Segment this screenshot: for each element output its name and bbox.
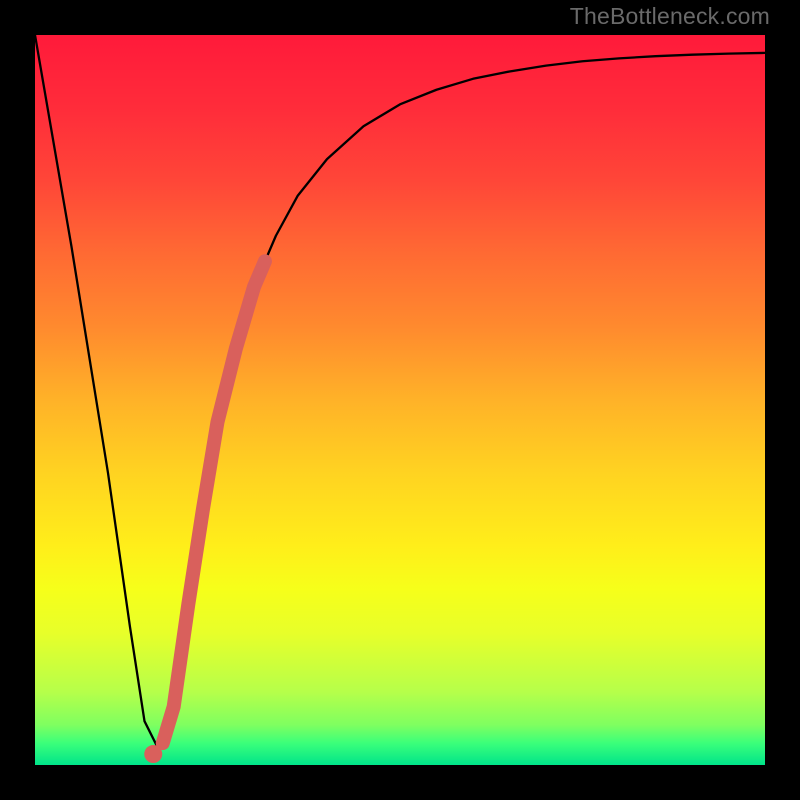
chart-svg (35, 35, 765, 765)
gradient-background (35, 35, 765, 765)
chart-frame: TheBottleneck.com (0, 0, 800, 800)
plot-area (35, 35, 765, 765)
optimum-dot (144, 745, 162, 763)
watermark-text: TheBottleneck.com (570, 3, 770, 30)
